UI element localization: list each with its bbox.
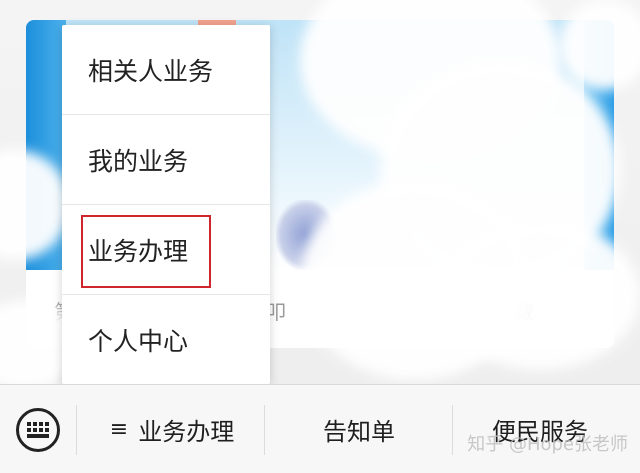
- toolbar-menu-label: 业务办理: [138, 418, 235, 446]
- menu-item-my-business[interactable]: 我的业务: [62, 115, 270, 205]
- keyboard-icon[interactable]: [16, 408, 60, 452]
- menu-item-personal-center[interactable]: 个人中心: [62, 295, 270, 385]
- bottom-toolbar: ≡ 业务办理 告知单 便民服务: [0, 384, 640, 473]
- toolbar-menu-service[interactable]: 便民服务: [454, 385, 640, 473]
- menu-lines-icon: ≡: [109, 417, 129, 442]
- toolbar-menu-label: 告知单: [323, 418, 395, 446]
- toolbar-menu-business-handling[interactable]: ≡ 业务办理: [80, 385, 264, 473]
- menu-item-label: 我的业务: [88, 146, 189, 176]
- highlight-annotation: [81, 215, 211, 288]
- toolbar-menu-notice[interactable]: 告知单: [266, 385, 452, 473]
- watermark: 知乎 @Hope张老师: [467, 434, 628, 455]
- menu-item-related-business[interactable]: 相关人业务: [62, 25, 270, 115]
- menu-item-label: 个人中心: [88, 327, 189, 356]
- menu-item-label: 相关人业务: [88, 56, 214, 86]
- menu-popup: 相关人业务 我的业务 业务办理 个人中心: [62, 25, 270, 384]
